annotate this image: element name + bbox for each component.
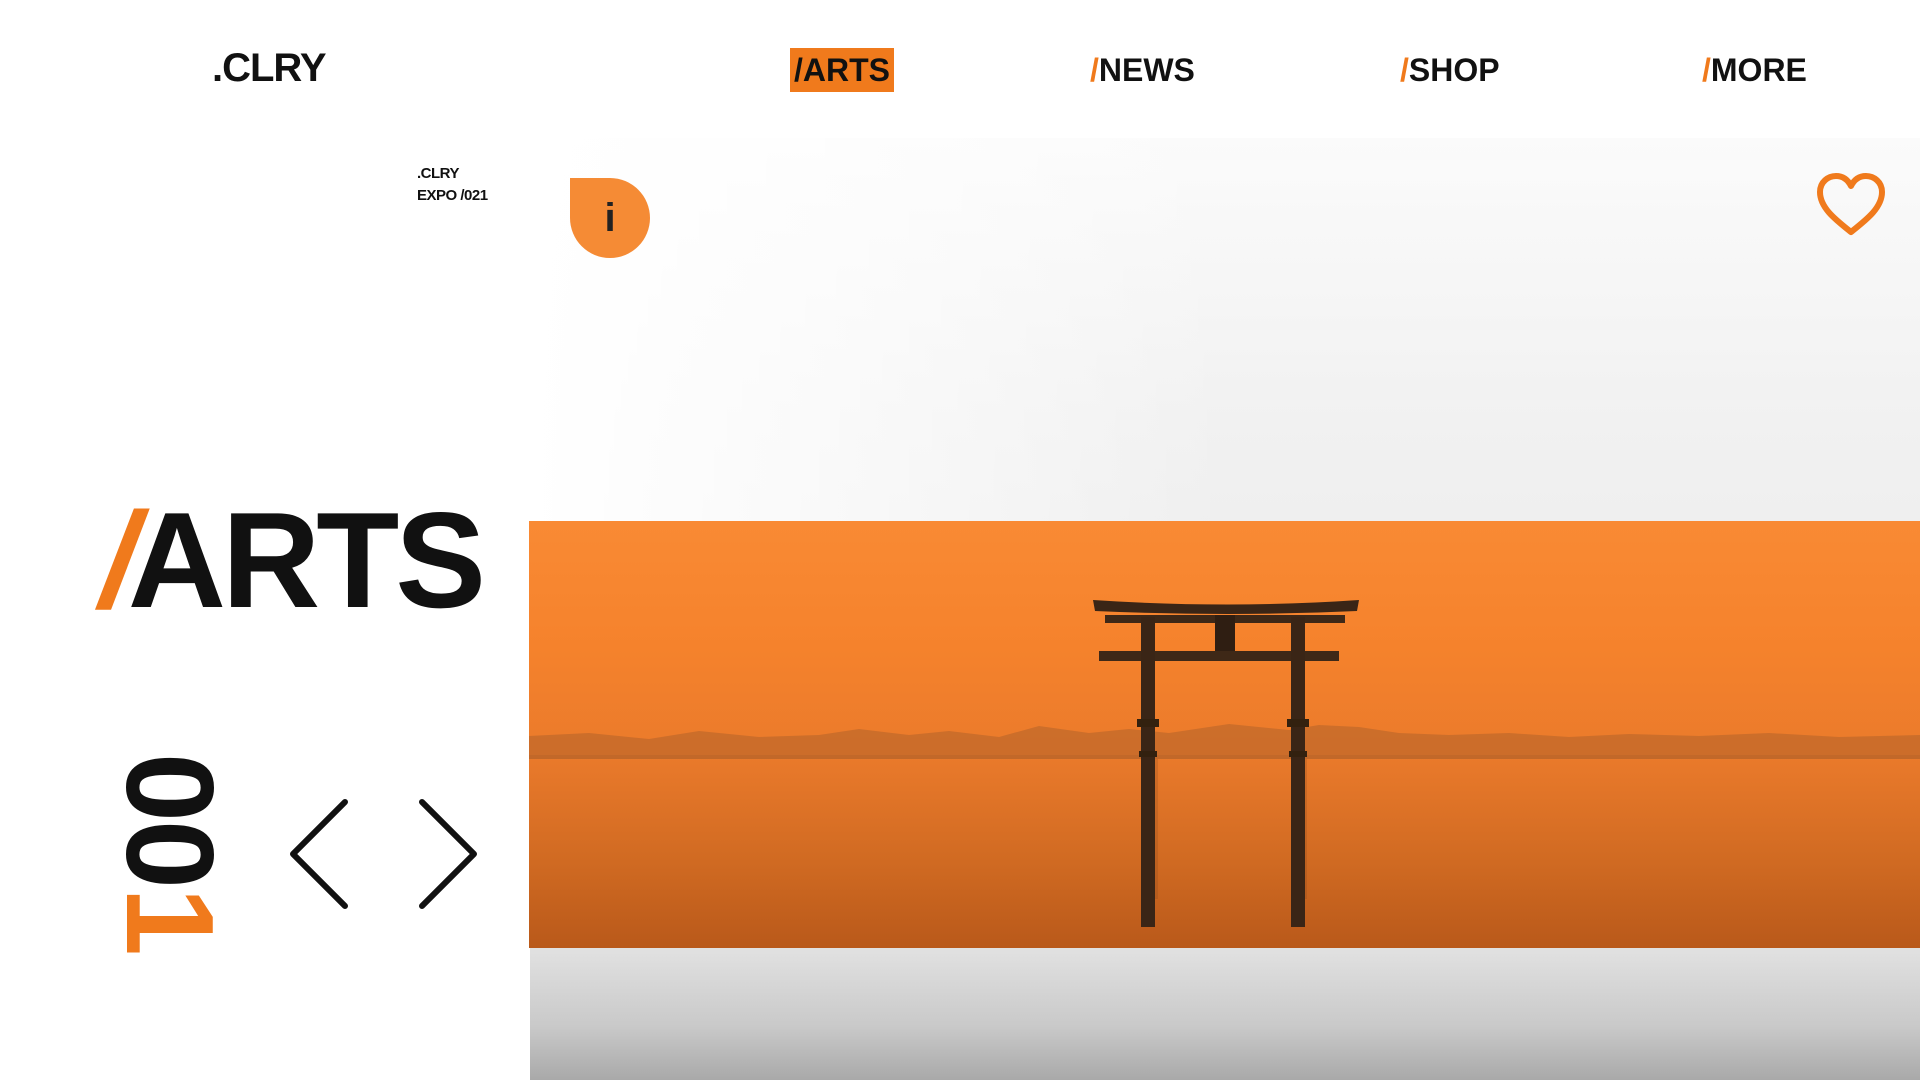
nav-item-arts[interactable]: /ARTS [790, 48, 894, 92]
info-icon: i [604, 195, 616, 240]
slide-counter: 001 [100, 752, 238, 970]
nav-label: MORE [1710, 52, 1807, 88]
nav-item-news[interactable]: /NEWS [1090, 48, 1195, 92]
title-text: ARTS [127, 484, 486, 636]
nav-slash: / [1702, 52, 1711, 88]
next-button[interactable] [410, 796, 482, 912]
heart-icon [1817, 173, 1885, 235]
info-button[interactable]: i [570, 178, 650, 258]
meta-brand: .CLRY [417, 165, 459, 182]
nav-label: ARTS [802, 52, 890, 88]
hero-image-band [529, 521, 1920, 948]
nav-slash: / [794, 52, 803, 88]
nav-slash: / [1090, 52, 1099, 88]
nav-label: NEWS [1098, 52, 1195, 88]
counter-last-digit: 1 [100, 886, 238, 954]
torii-top-beam [1093, 600, 1359, 614]
previous-button[interactable] [285, 796, 357, 912]
page-title: /ARTS [100, 484, 486, 636]
chevron-right-icon [419, 799, 477, 909]
expo-meta: .CLRY EXPO /021 [417, 163, 488, 207]
header: .CLRY /ARTS /NEWS /SHOP /MORE [0, 0, 1920, 138]
logo[interactable]: .CLRY [212, 46, 327, 91]
nav-item-shop[interactable]: /SHOP [1400, 48, 1500, 92]
nav-item-more[interactable]: /MORE [1702, 48, 1807, 92]
counter-digits: 00 [100, 753, 238, 887]
torii-gate-illustration [529, 600, 1920, 927]
nav-label: SHOP [1408, 52, 1500, 88]
mountains [529, 724, 1920, 759]
sea-reflection [530, 946, 1920, 1080]
meta-expo: EXPO /021 [417, 187, 488, 204]
chevron-left-icon [290, 799, 348, 909]
nav-slash: / [1400, 52, 1409, 88]
favorite-button[interactable] [1816, 172, 1886, 238]
